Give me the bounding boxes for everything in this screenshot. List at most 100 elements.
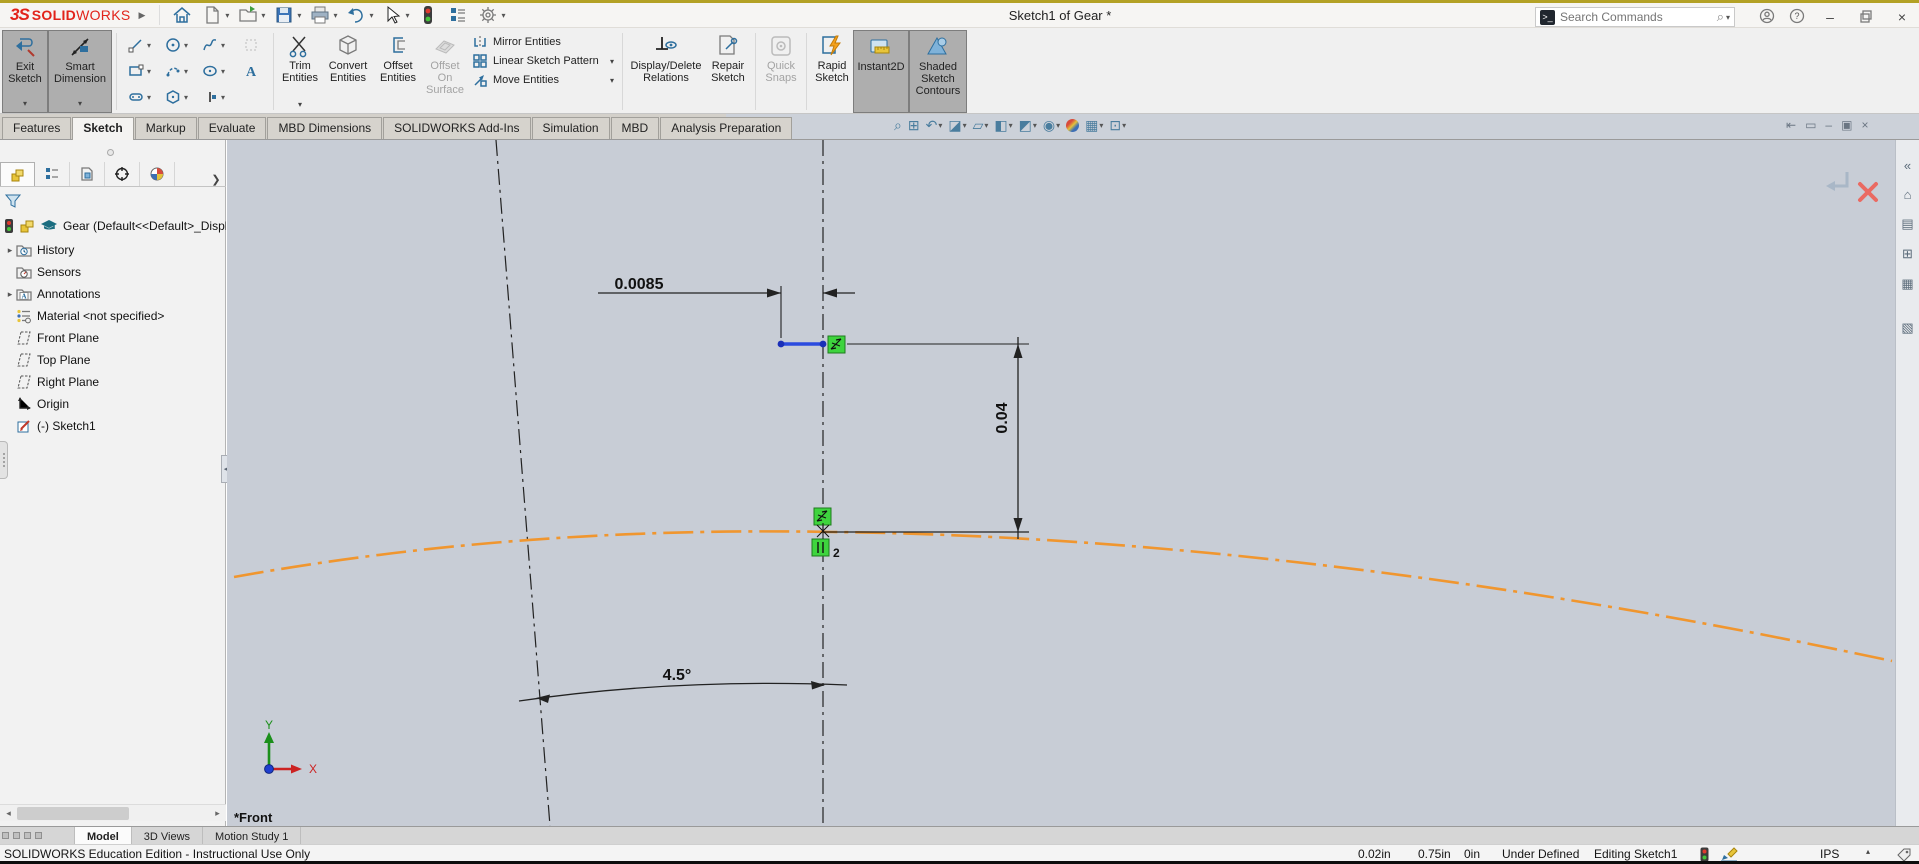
- relation-badge-vertical[interactable]: 2: [811, 538, 840, 560]
- angle-dim-arc[interactable]: [518, 682, 848, 702]
- undo-caret-icon[interactable]: ▾: [369, 11, 373, 20]
- doc-minimize-icon[interactable]: –: [1825, 118, 1832, 132]
- dim-angle-text[interactable]: 4.5°: [663, 667, 692, 684]
- slot-tool-button[interactable]: ▾: [121, 89, 158, 105]
- tree-item-material[interactable]: Material <not specified>: [16, 306, 164, 326]
- polygon-tool-button[interactable]: ▾: [158, 89, 195, 105]
- relation-badge-perpendicular[interactable]: [827, 335, 846, 354]
- line-tool-button[interactable]: ▾: [121, 37, 158, 53]
- tab-mbd[interactable]: MBD: [610, 117, 660, 139]
- text-tool-button[interactable]: A: [232, 63, 269, 79]
- mirror-entities-button[interactable]: Mirror Entities: [472, 34, 614, 50]
- scroll-right-icon[interactable]: ▸: [209, 805, 226, 822]
- doc-window-icon[interactable]: ▭: [1805, 118, 1816, 132]
- custom-properties-icon[interactable]: ▧: [1901, 320, 1913, 336]
- linear-pattern-caret-icon[interactable]: ▾: [610, 57, 614, 66]
- file-explorer-icon[interactable]: ⊞: [1902, 246, 1913, 262]
- dim-height-text[interactable]: 0.04: [994, 402, 1011, 433]
- pitch-circle-arc[interactable]: [233, 530, 1893, 663]
- hide-show-items-icon[interactable]: ◉ ▾: [1043, 117, 1060, 134]
- options-button[interactable]: ▾: [474, 2, 508, 28]
- view-palette-icon[interactable]: ▦: [1901, 276, 1913, 292]
- ellipse-tool-button[interactable]: ▾: [195, 63, 232, 79]
- tab-features[interactable]: Features: [2, 117, 72, 139]
- zoom-to-fit-icon[interactable]: ⌕: [894, 117, 902, 134]
- pin-commandmanager-icon[interactable]: ⇤: [1786, 118, 1796, 132]
- account-icon[interactable]: [1759, 8, 1775, 27]
- tab-scroll-icon[interactable]: [13, 832, 20, 839]
- rebuild-button[interactable]: [414, 2, 442, 28]
- open-caret-icon[interactable]: ▾: [261, 11, 265, 20]
- expand-arrow-icon[interactable]: ▸: [4, 245, 16, 256]
- tree-item-annotations[interactable]: ▸ A Annotations: [4, 284, 101, 304]
- smart-dimension-caret-icon[interactable]: ▾: [78, 97, 82, 112]
- doc-restore-icon[interactable]: ▣: [1841, 118, 1852, 132]
- convert-entities-button[interactable]: Convert Entities: [322, 30, 374, 113]
- tab-simulation[interactable]: Simulation: [531, 117, 610, 139]
- dim-width-text[interactable]: 0.0085: [615, 276, 664, 293]
- previous-view-icon[interactable]: ↶ ▾: [926, 117, 943, 134]
- search-caret-icon[interactable]: ▾: [1726, 13, 1730, 22]
- tab-scroll-icon[interactable]: [24, 832, 31, 839]
- print-caret-icon[interactable]: ▾: [333, 11, 337, 20]
- exit-sketch-button[interactable]: Exit Sketch ▾: [2, 30, 48, 113]
- display-style-icon[interactable]: ◩ ▾: [1019, 117, 1037, 134]
- units-caret-icon[interactable]: ▴: [1866, 847, 1870, 856]
- tree-item-right-plane[interactable]: Right Plane: [16, 372, 99, 392]
- print-button[interactable]: ▾: [306, 2, 340, 28]
- section-view-icon[interactable]: ◪ ▾: [948, 117, 966, 134]
- save-caret-icon[interactable]: ▾: [297, 11, 301, 20]
- collapse-taskpane-icon[interactable]: «: [1904, 158, 1911, 173]
- restore-button[interactable]: [1855, 9, 1877, 26]
- solidworks-resources-icon[interactable]: ⌂: [1904, 187, 1912, 202]
- select-button[interactable]: ▾: [378, 2, 412, 28]
- move-entities-caret-icon[interactable]: ▾: [610, 76, 614, 85]
- tab-solidworks-add-ins[interactable]: SOLIDWORKS Add-Ins: [383, 117, 531, 139]
- view-orientation-icon[interactable]: ◧ ▾: [994, 117, 1012, 134]
- tree-item-history[interactable]: ▸ History: [4, 240, 75, 260]
- panel-horizontal-scrollbar[interactable]: ◂ ▸: [0, 804, 226, 821]
- repair-sketch-button[interactable]: Repair Sketch: [705, 30, 751, 113]
- smart-dimension-button[interactable]: Smart Dimension ▾: [48, 30, 112, 113]
- new-document-caret-icon[interactable]: ▾: [225, 11, 229, 20]
- display-delete-relations-button[interactable]: Display/Delete Relations: [627, 30, 705, 113]
- help-icon[interactable]: ?: [1789, 8, 1805, 27]
- scroll-left-icon[interactable]: ◂: [0, 805, 17, 822]
- point-tool-button[interactable]: ▾: [195, 89, 232, 105]
- design-library-icon[interactable]: ▤: [1901, 216, 1913, 232]
- search-input[interactable]: [1560, 10, 1717, 24]
- tree-item-sketch1[interactable]: (-) Sketch1: [16, 416, 96, 436]
- rapid-sketch-button[interactable]: Rapid Sketch: [811, 30, 853, 113]
- graphics-viewport[interactable]: 0.0085 0.04 2 4.5° Y X *Front: [227, 140, 1895, 826]
- tab-motion-study-1[interactable]: Motion Study 1: [203, 827, 302, 844]
- exit-sketch-confirm-icon[interactable]: [1826, 181, 1835, 191]
- shaded-sketch-contours-button[interactable]: Shaded Sketch Contours: [909, 30, 967, 113]
- save-button[interactable]: ▾: [270, 2, 304, 28]
- spline-tool-button[interactable]: ▾: [195, 37, 232, 53]
- tree-item-sensors[interactable]: Sensors: [16, 262, 81, 282]
- home-button[interactable]: [168, 2, 196, 28]
- dynamic-annotation-views-icon[interactable]: ▱ ▾: [973, 117, 989, 134]
- expand-arrow-icon[interactable]: ▸: [4, 289, 16, 300]
- apply-scene-icon[interactable]: ▦ ▾: [1085, 117, 1103, 134]
- minimize-button[interactable]: –: [1819, 9, 1841, 25]
- tab-analysis-preparation[interactable]: Analysis Preparation: [660, 117, 793, 139]
- move-entities-button[interactable]: Move Entities ▾: [472, 72, 614, 88]
- trim-entities-button[interactable]: Trim Entities ▾: [278, 30, 322, 113]
- linear-sketch-pattern-button[interactable]: Linear Sketch Pattern ▾: [472, 53, 614, 69]
- tab-sketch[interactable]: Sketch: [72, 117, 134, 140]
- zoom-to-area-icon[interactable]: ⊞: [908, 117, 920, 134]
- cancel-sketch-icon[interactable]: [1858, 182, 1878, 202]
- tab-scroll-icon[interactable]: [2, 832, 9, 839]
- units-selector[interactable]: IPS: [1820, 847, 1839, 861]
- doc-close-icon[interactable]: ×: [1861, 118, 1868, 132]
- display-settings-button[interactable]: [444, 2, 472, 28]
- open-button[interactable]: ▾: [234, 2, 268, 28]
- tree-item-top-plane[interactable]: Top Plane: [16, 350, 90, 370]
- select-caret-icon[interactable]: ▾: [405, 11, 409, 20]
- rectangle-tool-button[interactable]: ▾: [121, 63, 158, 79]
- search-commands-box[interactable]: >_ ⌕ ▾: [1535, 7, 1735, 27]
- tab-scroll-icon[interactable]: [35, 832, 42, 839]
- tree-root-gear[interactable]: Gear (Default<<Default>_Display: [4, 216, 226, 236]
- exit-sketch-caret-icon[interactable]: ▾: [23, 97, 27, 112]
